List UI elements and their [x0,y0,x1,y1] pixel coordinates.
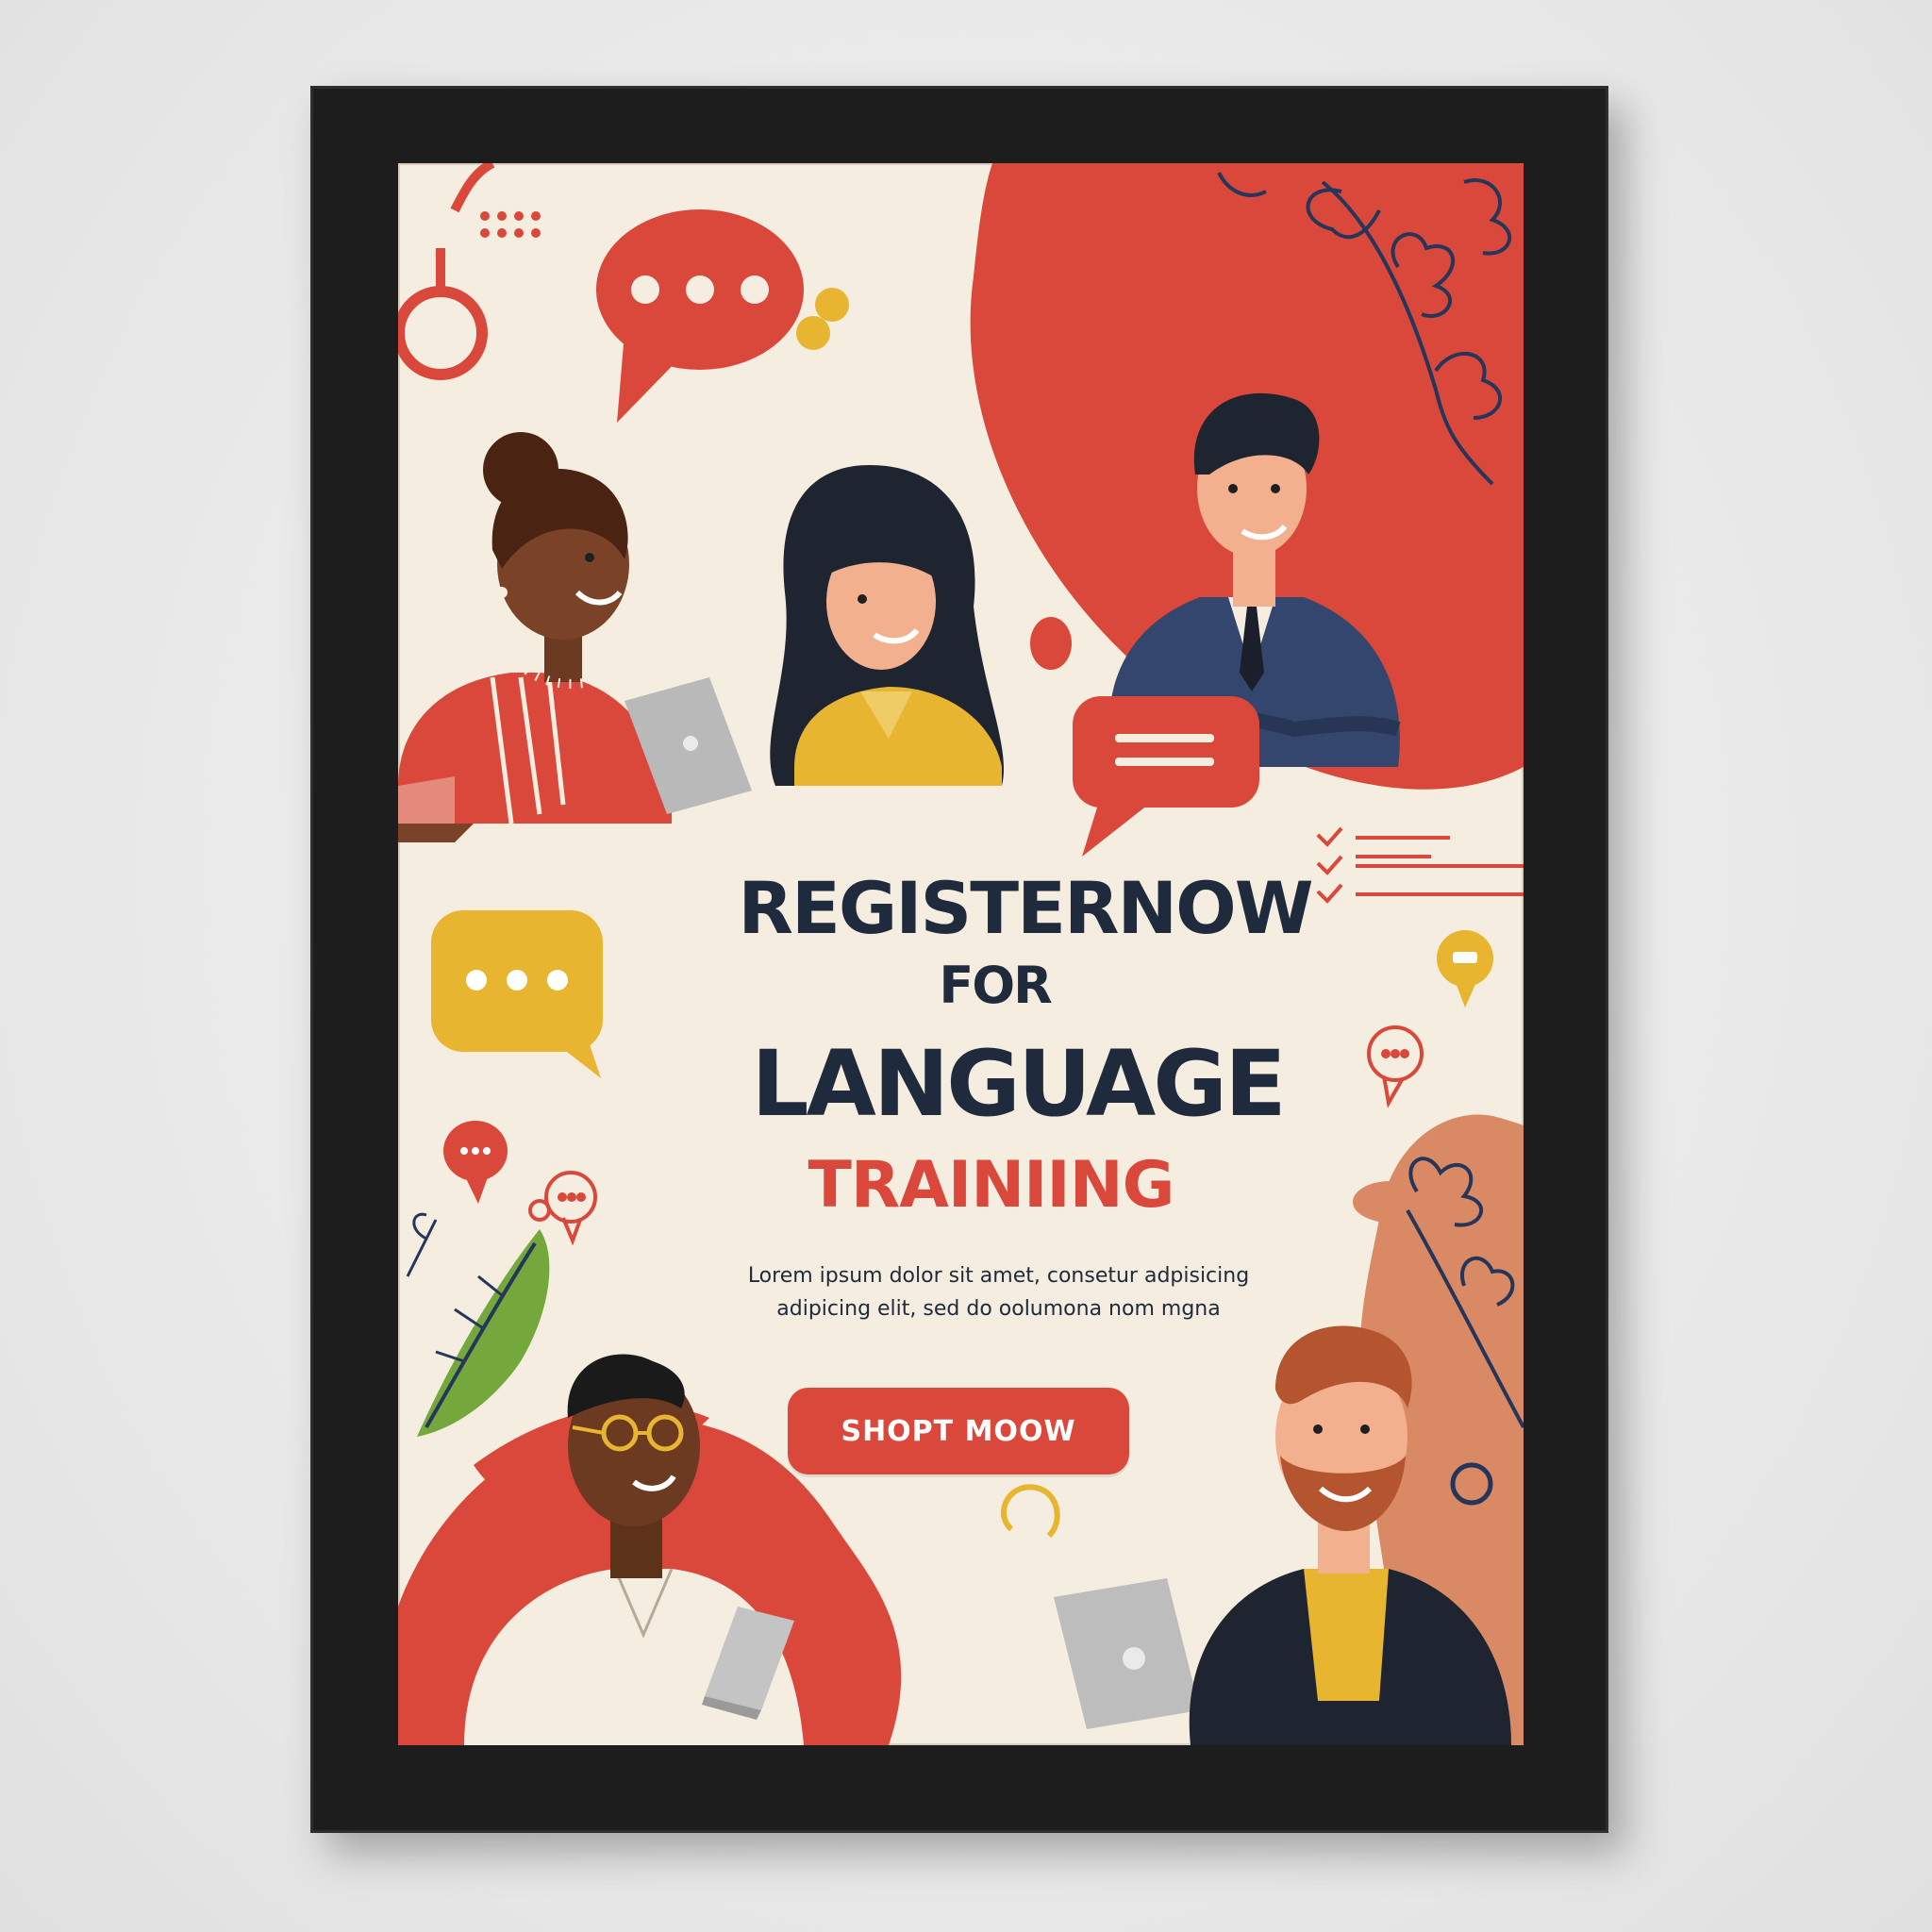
person-woman-center [770,465,1005,786]
picture-frame: REGISTERNOW FOR LANGUAGE TRAINIING Lorem… [310,86,1608,1833]
blob-red-small [1030,617,1072,670]
poster: REGISTERNOW FOR LANGUAGE TRAINIING Lorem… [398,163,1524,1745]
ring-decor [398,286,488,380]
headline-line-1: REGISTERNOW [738,866,1313,950]
speech-bubble-icon [596,209,804,423]
leaf-icon [406,1212,550,1437]
refresh-icon [1001,1484,1060,1539]
top-left-decor [398,163,849,423]
headline-line-2: FOR [939,956,1052,1015]
body-text-line-1: Lorem ipsum dolor sit amet, consetur adp… [747,1264,1250,1288]
headline-line-4: TRAINIING [808,1148,1175,1223]
body-text-line-2: adipicing elit, sed do oolumona nom mgna [776,1297,1221,1321]
poster-illustration [398,163,1524,1745]
speech-bubble-icon [1073,696,1259,857]
headline-line-3: LANGUAGE [751,1031,1286,1137]
person-woman-left [398,432,672,842]
cta-button[interactable]: SHOPT MOOW [788,1388,1129,1474]
laptop-icon [1054,1578,1200,1729]
dots-grid-icon [480,211,541,238]
